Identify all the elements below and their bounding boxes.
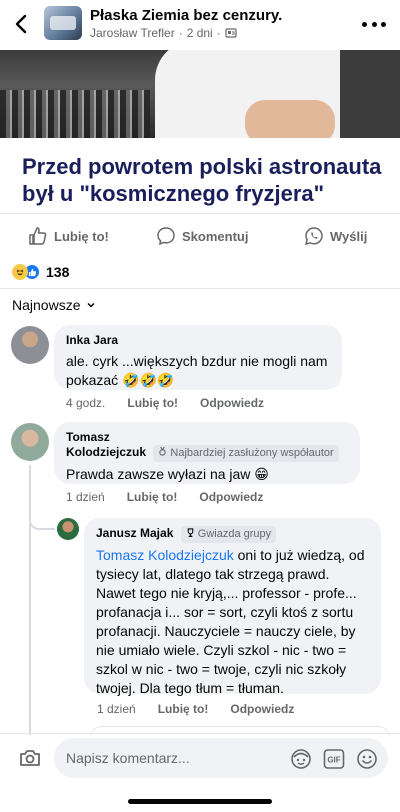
divider <box>0 213 400 214</box>
comment-body: oni to już wiedzą, od tysiecy lat, dlate… <box>96 547 365 696</box>
svg-text:GIF: GIF <box>327 756 340 765</box>
comment-bubble: Janusz Majak Gwiazda grupy Tomasz Kolodz… <box>84 518 381 696</box>
badge-label: Gwiazda grupy <box>197 528 272 540</box>
gif-icon[interactable]: GIF <box>323 748 345 770</box>
badge-label: Najbardziej zasłużony współautor <box>170 447 334 459</box>
group-name[interactable]: Płaska Ziemia bez cenzury. <box>90 7 282 24</box>
chevron-down-icon <box>87 302 96 308</box>
reaction-count: 138 <box>46 264 70 280</box>
comment-like-button[interactable]: Lubię to! <box>127 396 178 410</box>
emoji-icon[interactable] <box>356 748 378 770</box>
separator-dot: · <box>178 26 183 40</box>
author-name[interactable]: Jarosław Trefler <box>90 26 175 40</box>
comment-bubble-icon <box>157 227 175 246</box>
like-label: Lubię to! <box>54 228 109 244</box>
avatar[interactable] <box>57 518 79 540</box>
header: Płaska Ziemia bez cenzury. Jarosław Tref… <box>0 0 400 50</box>
camera-icon[interactable] <box>18 746 42 770</box>
article-headline[interactable]: Przed powrotem polski astronauta był u "… <box>22 153 382 207</box>
comment-text: ale. cyrk ...większych bzdur nie mogli n… <box>66 353 328 388</box>
comment-footer: 1 dzień Lubię to! Odpowiedz <box>97 702 294 716</box>
top-fan-badge[interactable]: Gwiazda grupy <box>180 526 277 543</box>
commenter-name[interactable]: Inka Jara <box>66 333 330 348</box>
commenter-name-line[interactable]: Kolodziejczuk Najbardziej zasłużony wspó… <box>66 445 348 462</box>
commenter-name-line[interactable]: Tomasz <box>66 430 348 445</box>
thread-line <box>29 465 31 735</box>
comment-reply-button[interactable]: Odpowiedz <box>200 396 264 410</box>
group-privacy-icon <box>225 28 237 38</box>
comment-like-button[interactable]: Lubię to! <box>158 702 209 716</box>
comment-footer: 1 dzień Lubię to! Odpowiedz <box>66 490 263 504</box>
article-image[interactable] <box>0 50 400 138</box>
commenter-name-line[interactable]: Janusz Majak Gwiazda grupy <box>96 526 369 543</box>
comment-composer: Napisz komentarz... GIF <box>0 736 400 780</box>
contributor-badge[interactable]: Najbardziej zasłużony współautor <box>153 445 339 462</box>
thumb-up-icon <box>29 227 47 245</box>
whatsapp-icon <box>304 227 323 246</box>
haha-reaction-icon <box>12 264 28 280</box>
comment-time[interactable]: 1 dzień <box>66 490 105 504</box>
post-actions: Lubię to! Skomentuj Wyślij <box>0 222 400 250</box>
comment-time[interactable]: 4 godz. <box>66 396 105 410</box>
comment-text: Prawda zawsze wyłazi na jaw 😁 <box>66 466 269 482</box>
mention-link[interactable]: Tomasz Kolodziejczuk <box>96 547 234 563</box>
home-indicator[interactable] <box>128 799 272 804</box>
send-button[interactable]: Wyślij <box>304 222 367 250</box>
comment-text: Tomasz Kolodziejczuk oni to już wiedzą, … <box>96 546 369 698</box>
divider <box>0 733 400 734</box>
comment-footer: 4 godz. Lubię to! Odpowiedz <box>66 396 264 410</box>
comment-button[interactable]: Skomentuj <box>156 222 248 250</box>
comment-like-button[interactable]: Lubię to! <box>127 490 178 504</box>
comment-reply-button[interactable]: Odpowiedz <box>199 490 263 504</box>
post-time[interactable]: 2 dni <box>187 26 213 40</box>
avatar-sticker-icon[interactable] <box>290 748 312 770</box>
comment-sort-dropdown[interactable]: Najnowsze <box>12 297 96 313</box>
avatar[interactable] <box>11 326 49 364</box>
commenter-name[interactable]: Kolodziejczuk <box>66 445 146 459</box>
comment-reply-button[interactable]: Odpowiedz <box>230 702 294 716</box>
comment-label: Skomentuj <box>182 228 249 244</box>
separator-dot: · <box>216 26 221 40</box>
send-label: Wyślij <box>330 228 368 244</box>
commenter-name[interactable]: Janusz Majak <box>96 526 173 540</box>
thread-line <box>29 512 55 530</box>
post-meta: Jarosław Trefler · 2 dni · <box>90 26 237 40</box>
comment-placeholder: Napisz komentarz... <box>66 750 190 766</box>
group-avatar[interactable] <box>44 6 82 40</box>
divider <box>0 288 400 289</box>
comment-time[interactable]: 1 dzień <box>97 702 136 716</box>
sort-label: Najnowsze <box>12 297 81 313</box>
comment-input[interactable]: Napisz komentarz... GIF <box>54 738 388 778</box>
reactions-summary[interactable]: 138 <box>12 264 69 280</box>
like-button[interactable]: Lubię to! <box>28 222 109 250</box>
comment-bubble: Inka Jara ale. cyrk ...większych bzdur n… <box>54 325 342 390</box>
avatar[interactable] <box>11 423 49 461</box>
more-options-icon[interactable] <box>362 14 386 34</box>
trophy-icon <box>187 528 194 538</box>
comment-bubble: Tomasz Kolodziejczuk Najbardziej zasłużo… <box>54 422 360 484</box>
back-arrow-icon[interactable] <box>10 12 34 36</box>
medal-icon <box>159 446 167 456</box>
